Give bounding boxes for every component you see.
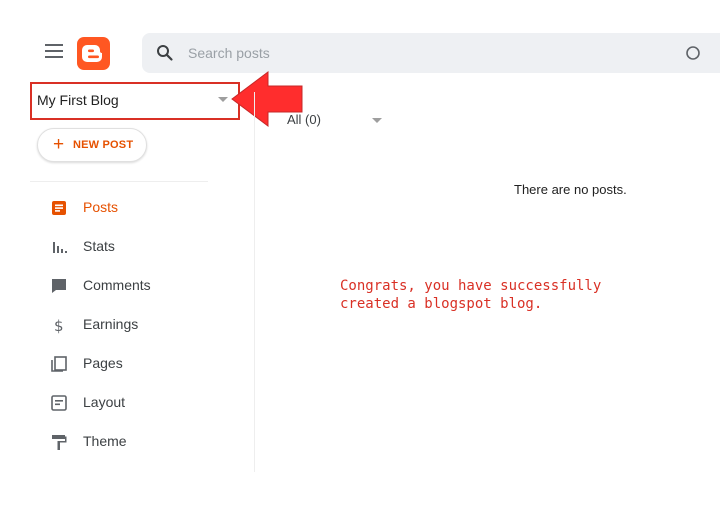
sidebar-item-label: Stats [83,238,115,254]
sidebar-item-label: Pages [83,355,123,371]
sidebar-item-comments[interactable]: Comments [30,271,230,301]
blogger-logo[interactable] [77,37,110,70]
dollar-icon: $ [54,317,64,334]
posts-icon [52,201,66,215]
plus-icon: + [53,134,65,155]
search-options-icon[interactable] [683,44,701,62]
sidebar-item-theme[interactable]: Theme [30,427,230,457]
blog-name: My First Blog [37,92,119,108]
congrats-annotation: Congrats, you have successfully created … [340,278,602,312]
menu-icon[interactable] [45,44,63,58]
search-input[interactable] [188,42,628,64]
layout-icon [51,395,67,411]
post-filter-dropdown[interactable]: All (0) [287,112,321,127]
new-post-label: NEW POST [73,139,134,151]
sidebar-item-posts[interactable]: Posts [30,193,230,223]
sidebar-item-label: Comments [83,277,151,293]
content-divider [254,92,255,472]
comments-icon [52,279,66,293]
stats-icon [53,242,67,253]
svg-text:$: $ [54,317,64,334]
search-icon[interactable] [156,44,174,62]
sidebar-item-layout[interactable]: Layout [30,388,230,418]
sidebar-item-pages[interactable]: Pages [30,349,230,379]
sidebar-item-label: Layout [83,394,126,410]
sidebar-item-label: Theme [83,433,127,449]
paint-roller-icon [52,435,67,450]
chevron-down-icon[interactable] [218,97,228,102]
sidebar-item-stats[interactable]: Stats [30,232,230,262]
blogger-logo-icon [82,45,102,62]
chevron-down-icon[interactable] [372,118,382,123]
sidebar-item-earnings[interactable]: $ Earnings [30,310,230,340]
pages-icon [51,356,67,372]
sidebar-item-label: Posts [83,199,119,215]
empty-state-message: There are no posts. [514,182,627,197]
sidebar-divider [30,181,208,182]
sidebar-item-label: Earnings [83,316,139,332]
